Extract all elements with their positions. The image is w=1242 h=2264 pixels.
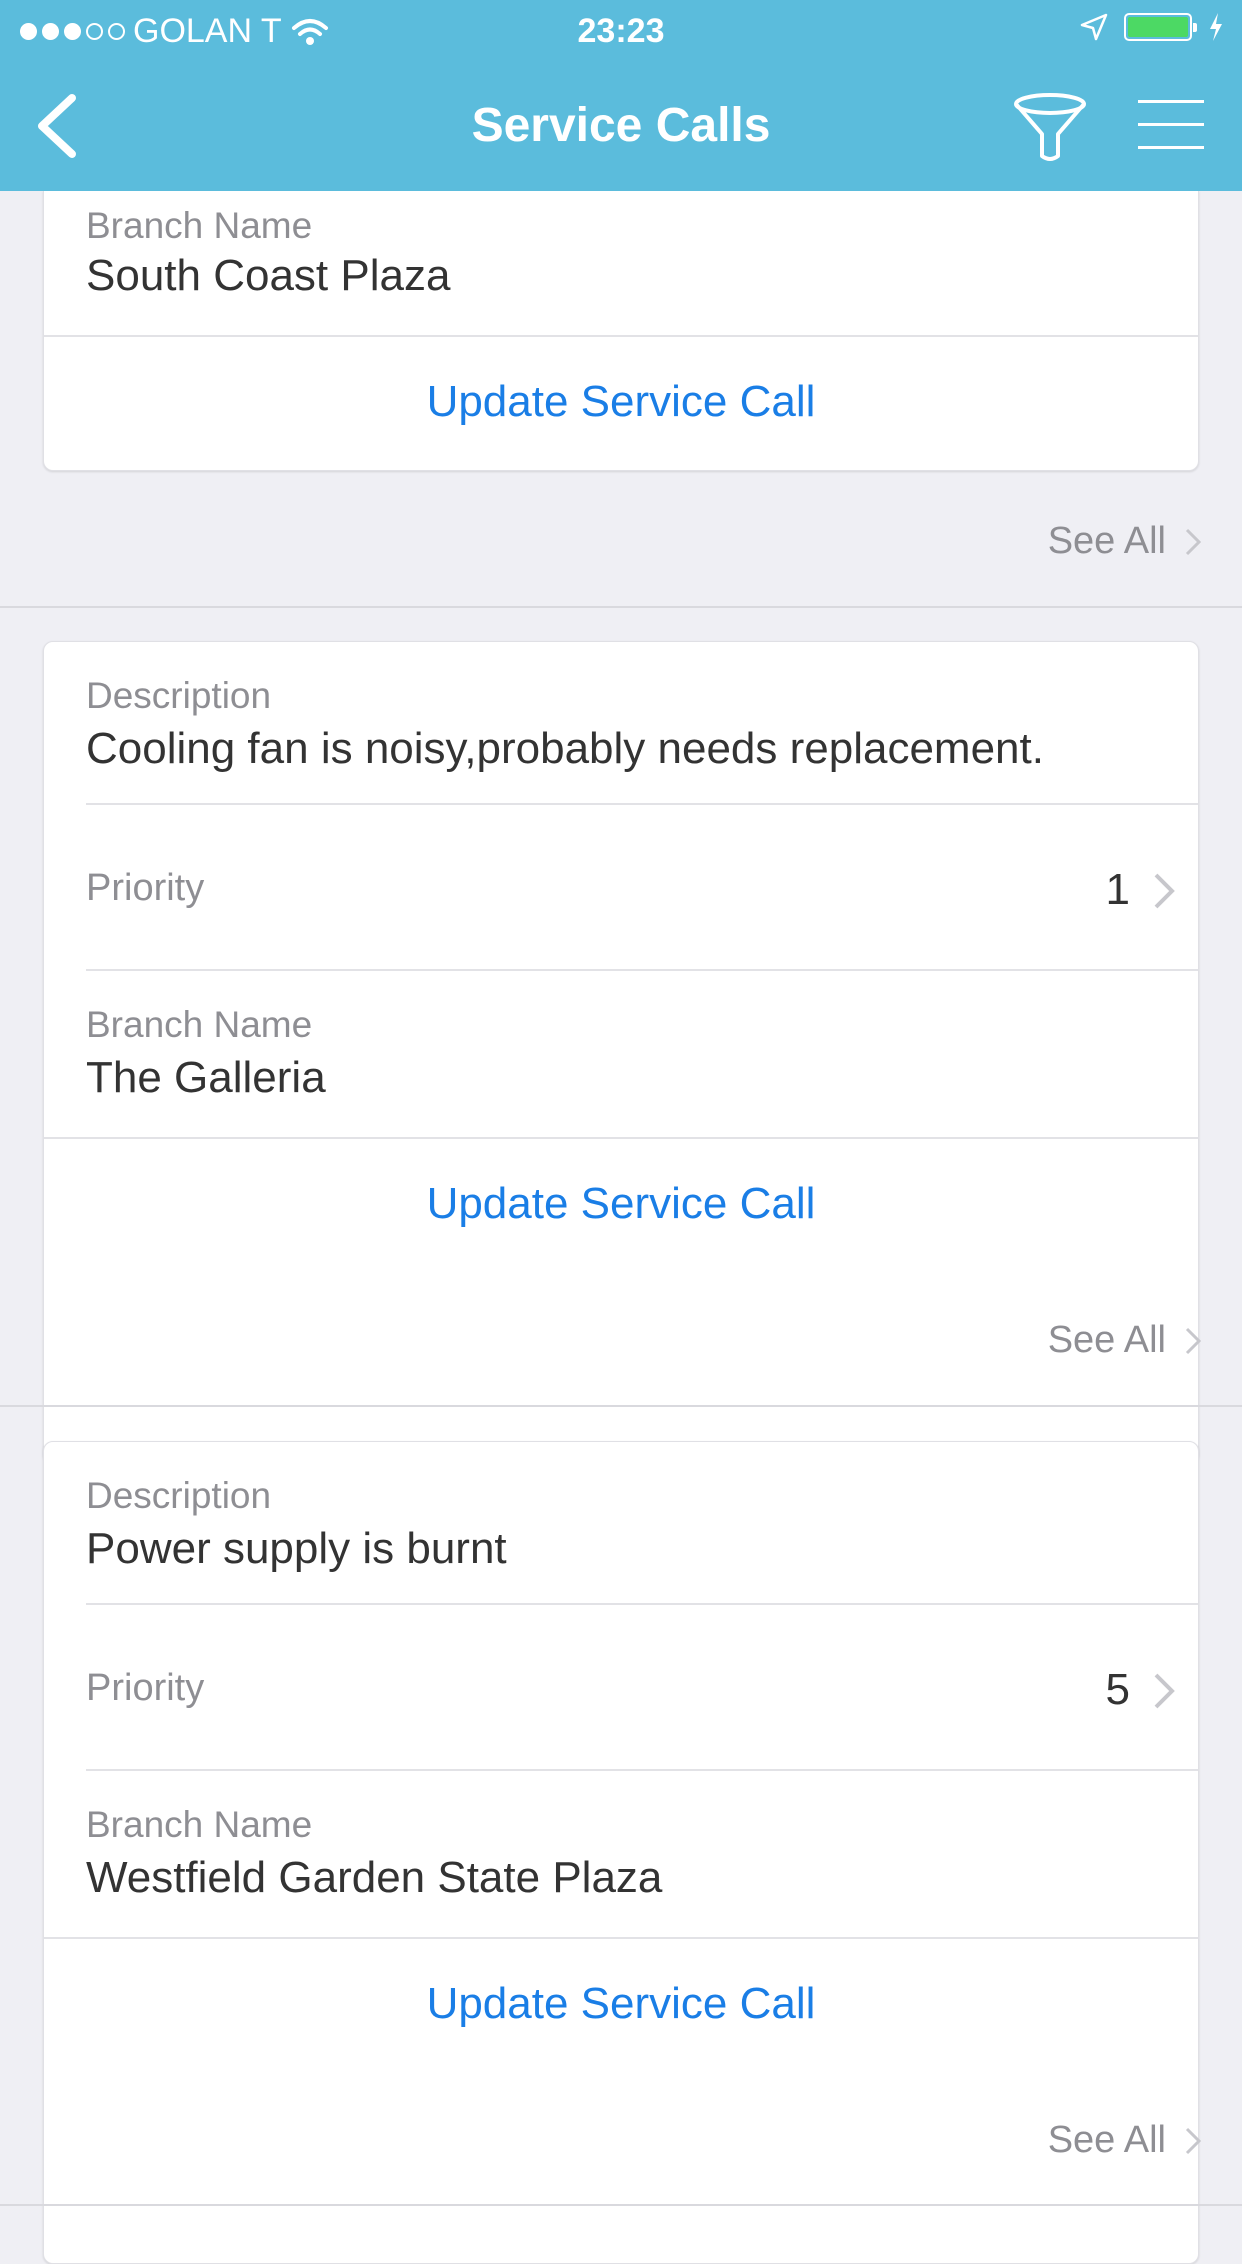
group-divider	[0, 2204, 1242, 2206]
funnel-icon[interactable]	[1010, 90, 1090, 165]
status-right	[1080, 12, 1224, 42]
see-all-label: See All	[1047, 520, 1166, 562]
chevron-right-icon	[1185, 2127, 1202, 2154]
update-service-call-label: Update Service Call	[426, 1179, 816, 1228]
description-row: Description Power supply is burnt	[44, 1442, 1198, 1605]
service-call-card: Branch Name South Coast Plaza Update Ser…	[43, 191, 1199, 471]
chevron-right-icon	[1185, 1327, 1202, 1354]
location-arrow-icon	[1080, 13, 1108, 41]
top-bar: GOLAN T 23:23 Service Calls	[0, 0, 1242, 191]
description-row: Description Cooling fan is noisy,probabl…	[44, 642, 1198, 805]
description-label: Description	[86, 1475, 272, 1516]
see-all-link[interactable]: See All	[1048, 1319, 1202, 1362]
branch-name-row: Branch Name The Galleria	[44, 971, 1198, 1139]
priority-value: 1	[1105, 865, 1130, 914]
see-all-link[interactable]: See All	[1048, 520, 1202, 563]
branch-name-label: Branch Name	[86, 1804, 313, 1845]
battery-icon	[1124, 13, 1197, 41]
update-service-call-label: Update Service Call	[426, 377, 816, 426]
service-call-card: Description Cooling fan is noisy,probabl…	[43, 641, 1199, 1464]
priority-value: 5	[1105, 1665, 1130, 1714]
chevron-right-icon	[1185, 528, 1202, 555]
hamburger-menu-icon[interactable]	[1130, 96, 1210, 156]
update-service-call-button[interactable]: Update Service Call	[44, 1139, 1198, 1271]
see-all-link[interactable]: See All	[1048, 2119, 1202, 2162]
branch-name-label: Branch Name	[86, 1004, 313, 1045]
group-divider	[0, 606, 1242, 608]
description-value: Power supply is burnt	[86, 1524, 507, 1573]
description-value: Cooling fan is noisy,probably needs repl…	[86, 724, 1044, 773]
service-calls-list[interactable]: Branch Name South Coast Plaza Update Ser…	[0, 191, 1242, 2264]
status-time: 23:23	[577, 12, 665, 50]
chevron-right-icon	[1154, 1673, 1175, 1709]
branch-name-row: Branch Name South Coast Plaza	[44, 191, 1198, 337]
service-call-card: Description Power supply is burnt Priori…	[43, 1441, 1199, 2264]
priority-label: Priority	[86, 1667, 205, 1709]
status-bar: GOLAN T 23:23	[0, 0, 1242, 60]
update-service-call-label: Update Service Call	[426, 1979, 816, 2028]
branch-name-row: Branch Name Westfield Garden State Plaza	[44, 1771, 1198, 1939]
branch-name-value: The Galleria	[86, 1053, 326, 1102]
charging-bolt-icon	[1210, 13, 1222, 41]
priority-label: Priority	[86, 867, 205, 909]
branch-name-label: Branch Name	[86, 205, 313, 246]
update-service-call-button[interactable]: Update Service Call	[44, 1939, 1198, 2071]
description-label: Description	[86, 675, 272, 716]
priority-row[interactable]: Priority 1	[44, 805, 1198, 971]
nav-bar: Service Calls	[0, 60, 1242, 191]
branch-name-value: South Coast Plaza	[86, 251, 451, 300]
priority-row[interactable]: Priority 5	[44, 1605, 1198, 1771]
update-service-call-button[interactable]: Update Service Call	[44, 337, 1198, 469]
branch-name-value: Westfield Garden State Plaza	[86, 1853, 663, 1902]
see-all-label: See All	[1047, 2119, 1166, 2161]
group-divider	[0, 1405, 1242, 1407]
see-all-label: See All	[1047, 1319, 1166, 1361]
chevron-right-icon	[1154, 873, 1175, 909]
